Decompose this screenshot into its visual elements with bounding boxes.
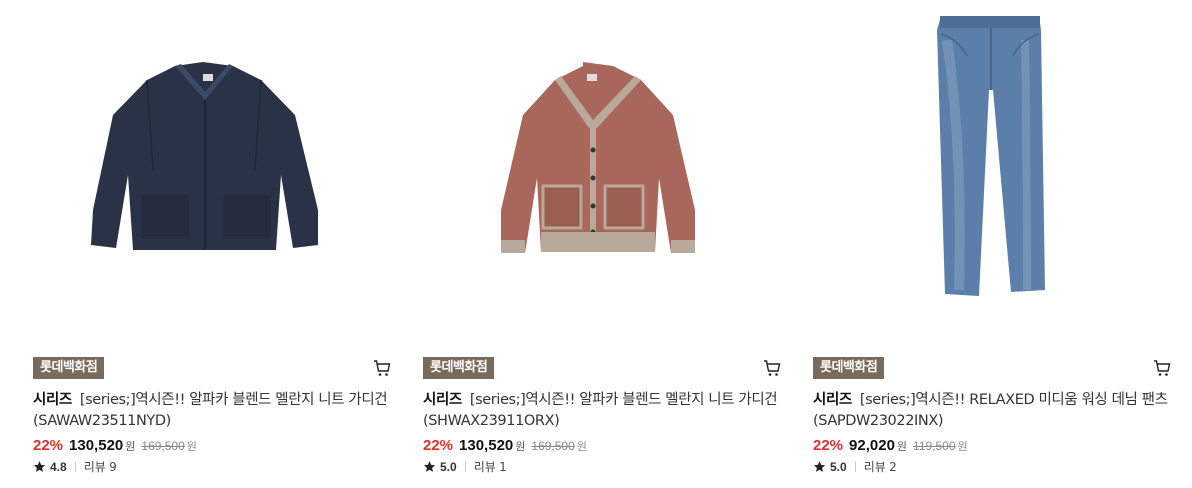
price-row: 22% 130,520 원 169,500 원	[423, 437, 587, 457]
review-label: 리뷰	[473, 460, 496, 474]
store-badge: 롯데백화점	[33, 357, 105, 379]
rust-cardigan-image	[501, 62, 695, 253]
product-card[interactable]: 롯데백화점 시리즈 [series;]역시즌!! 알파카 블렌드 멜란지 니트 가…	[33, 0, 391, 488]
brand-name: 시리즈	[33, 392, 72, 408]
original-currency: 원	[957, 440, 968, 453]
rating-row: 5.0 리뷰 1	[423, 458, 507, 474]
store-badge: 롯데백화점	[813, 357, 885, 379]
original-price: 169,500	[141, 439, 185, 453]
price-row: 22% 130,520 원 169,500 원	[33, 437, 197, 457]
product-name: [series;]역시즌!! RELAXED 미디움 워싱 데님 팬츠(SAPD…	[813, 392, 1168, 429]
original-currency: 원	[576, 440, 587, 453]
product-card[interactable]: 롯데백화점 시리즈 [series;]역시즌!! 알파카 블렌드 멜란지 니트 가…	[423, 0, 781, 488]
divider	[74, 461, 76, 472]
review-count: 2	[889, 460, 897, 474]
product-name: [series;]역시즌!! 알파카 블렌드 멜란지 니트 가디건(SAWAW2…	[33, 392, 388, 429]
brand-name: 시리즈	[423, 392, 462, 408]
product-grid: 롯데백화점 시리즈 [series;]역시즌!! 알파카 블렌드 멜란지 니트 가…	[0, 0, 1192, 488]
brand-name: 시리즈	[813, 392, 852, 408]
product-title[interactable]: 시리즈 [series;]역시즌!! RELAXED 미디움 워싱 데님 팬츠(S…	[813, 390, 1173, 432]
currency: 원	[125, 440, 136, 453]
cart-icon[interactable]	[763, 359, 781, 377]
rating-value: 5.0	[440, 460, 457, 474]
product-image[interactable]	[33, 0, 391, 340]
rating-row: 5.0 리뷰 2	[813, 458, 897, 474]
star-icon	[33, 461, 46, 472]
review-label: 리뷰	[83, 460, 106, 474]
currency: 원	[515, 440, 526, 453]
original-price: 169,500	[531, 439, 575, 453]
original-price: 119,500	[913, 439, 956, 453]
price-row: 22% 92,020 원 119,500 원	[813, 437, 968, 457]
cart-icon[interactable]	[1153, 359, 1171, 377]
sale-price: 92,020	[849, 437, 895, 454]
review-label: 리뷰	[863, 460, 886, 474]
discount-rate: 22%	[33, 437, 64, 454]
review-count: 9	[109, 460, 117, 474]
discount-rate: 22%	[813, 437, 844, 454]
denim-pants-image	[937, 16, 1045, 296]
store-badge: 롯데백화점	[423, 357, 495, 379]
rating-value: 5.0	[830, 460, 847, 474]
rating-row: 4.8 리뷰 9	[33, 458, 117, 474]
sale-price: 130,520	[459, 437, 514, 454]
product-image[interactable]	[813, 0, 1171, 340]
cart-icon[interactable]	[373, 359, 391, 377]
review-count: 1	[499, 460, 507, 474]
discount-rate: 22%	[423, 437, 454, 454]
product-name: [series;]역시즌!! 알파카 블렌드 멜란지 니트 가디건(SHWAX2…	[423, 392, 778, 429]
product-title[interactable]: 시리즈 [series;]역시즌!! 알파카 블렌드 멜란지 니트 가디건(SAW…	[33, 390, 393, 432]
star-icon	[813, 461, 826, 472]
product-title[interactable]: 시리즈 [series;]역시즌!! 알파카 블렌드 멜란지 니트 가디건(SHW…	[423, 390, 783, 432]
divider	[854, 461, 856, 472]
original-currency: 원	[186, 440, 197, 453]
product-card[interactable]: 롯데백화점 시리즈 [series;]역시즌!! RELAXED 미디움 워싱 데…	[813, 0, 1171, 488]
currency: 원	[896, 440, 908, 453]
rating-value: 4.8	[50, 460, 67, 474]
divider	[464, 461, 466, 472]
navy-cardigan-image	[91, 62, 318, 250]
star-icon	[423, 461, 436, 472]
product-image[interactable]	[423, 0, 781, 340]
sale-price: 130,520	[69, 437, 124, 454]
